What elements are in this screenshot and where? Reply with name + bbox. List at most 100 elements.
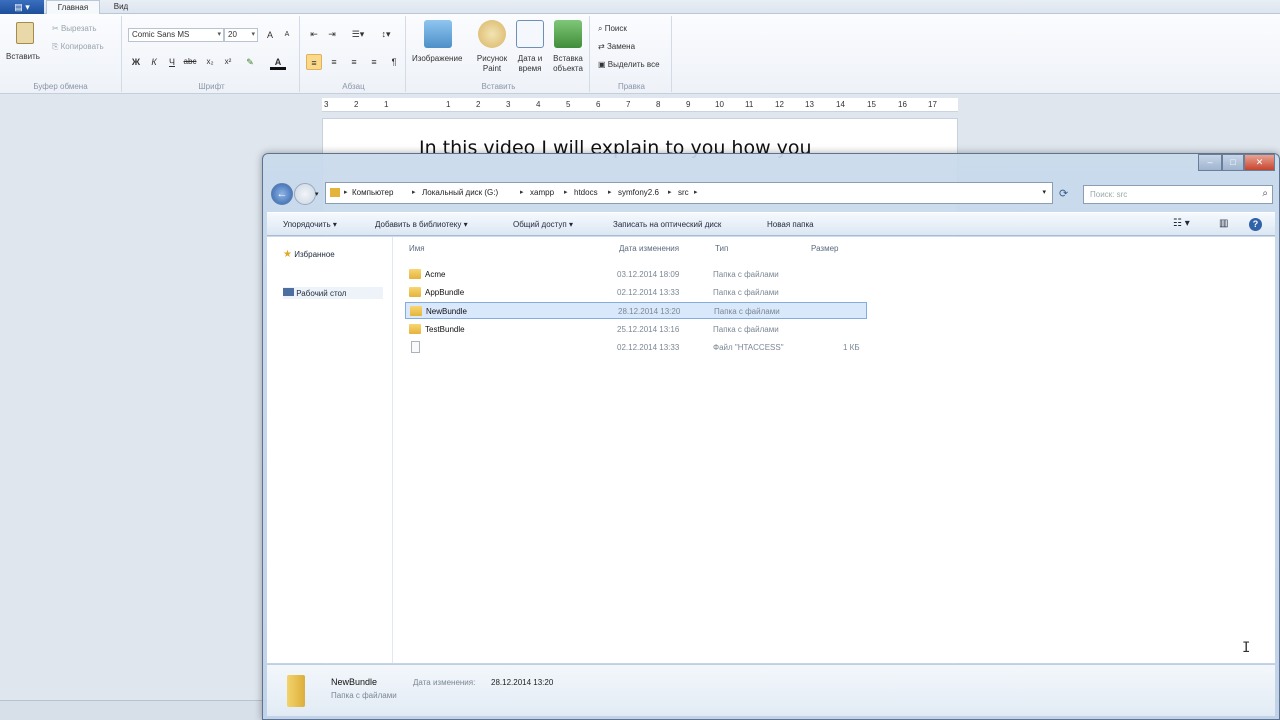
command-bar: Упорядочить ▾ Добавить в библиотеку ▾ Об… bbox=[267, 212, 1275, 236]
folder-icon bbox=[410, 306, 422, 316]
details-modified-label: Дата изменения: bbox=[413, 678, 476, 687]
file-icon bbox=[411, 341, 420, 353]
italic-button[interactable]: К bbox=[146, 54, 162, 70]
image-icon bbox=[424, 20, 452, 48]
superscript-button[interactable]: x² bbox=[220, 54, 236, 70]
file-row-selected[interactable]: NewBundle 28.12.2014 13:20 Папка с файла… bbox=[405, 302, 867, 319]
shrink-font-button[interactable]: A bbox=[279, 27, 295, 43]
object-icon bbox=[554, 20, 582, 48]
font-group: Comic Sans MS ▾ 20 ▾ A A Ж К Ч abc x₂ x² ✎… bbox=[124, 16, 300, 92]
details-type: Папка с файлами bbox=[331, 691, 397, 700]
select-all-button[interactable]: ▣ Выделить все bbox=[598, 60, 660, 69]
bold-button[interactable]: Ж bbox=[128, 54, 144, 70]
increase-indent-icon[interactable]: ⇥ bbox=[324, 26, 340, 42]
recent-pages-icon[interactable]: ▾ bbox=[315, 190, 319, 198]
search-input[interactable]: Поиск: src ⌕ bbox=[1083, 185, 1273, 204]
column-name[interactable]: Имя bbox=[409, 244, 425, 253]
justify-icon[interactable]: ≡ bbox=[366, 54, 382, 70]
nav-desktop[interactable]: Рабочий стол bbox=[283, 287, 383, 299]
burn-disc-button[interactable]: Записать на оптический диск bbox=[613, 220, 721, 229]
forward-button[interactable] bbox=[294, 183, 316, 205]
paragraph-settings-icon[interactable]: ¶ bbox=[386, 54, 402, 70]
strikethrough-button[interactable]: abc bbox=[182, 54, 198, 70]
binoculars-icon: ⌕ bbox=[598, 24, 603, 33]
help-icon[interactable]: ? bbox=[1249, 218, 1262, 231]
ruler[interactable]: 3 2 1 1 2 3 4 5 6 7 8 9 10 11 12 13 14 1… bbox=[322, 98, 958, 112]
close-button[interactable]: ✕ bbox=[1244, 154, 1275, 171]
breadcrumb-symfony[interactable]: symfony2.6 bbox=[618, 188, 659, 197]
breadcrumb-src[interactable]: src bbox=[678, 188, 689, 197]
refresh-icon[interactable]: ⟳ bbox=[1059, 187, 1068, 200]
address-bar[interactable]: ▸ Компьютер ▸ Локальный диск (G:) ▸ xamp… bbox=[325, 182, 1053, 204]
clipboard-group: Вставить ✂ Вырезать ⎘ Копировать Буфер о… bbox=[0, 16, 122, 92]
details-name: NewBundle bbox=[331, 677, 378, 687]
font-family-select[interactable]: Comic Sans MS ▾ bbox=[128, 28, 224, 42]
insert-paint-button[interactable]: Рисунок Paint bbox=[474, 20, 510, 76]
copy-button[interactable]: ⎘ Копировать bbox=[52, 42, 104, 52]
file-row[interactable]: 02.12.2014 13:33 Файл "HTACCESS" 1 КБ bbox=[405, 339, 867, 356]
share-button[interactable]: Общий доступ ▾ bbox=[513, 220, 573, 229]
view-options-icon[interactable]: ☷ ▾ bbox=[1173, 218, 1190, 229]
column-type[interactable]: Тип bbox=[715, 244, 728, 253]
grow-font-button[interactable]: A bbox=[262, 27, 278, 43]
ribbon-tab-bar: ▤ ▾ Главная Вид bbox=[0, 0, 1280, 15]
folder-icon bbox=[409, 324, 421, 334]
paste-button[interactable]: Вставить bbox=[6, 20, 44, 72]
find-button[interactable]: ⌕ Поиск bbox=[598, 24, 627, 34]
file-row[interactable]: TestBundle 25.12.2014 13:16 Папка с файл… bbox=[405, 321, 867, 338]
search-icon: ⌕ bbox=[1262, 188, 1268, 199]
folder-icon bbox=[409, 269, 421, 279]
editing-group: ⌕ Поиск ⇄ Замена ▣ Выделить все Правка bbox=[592, 16, 672, 92]
font-size-select[interactable]: 20 ▾ bbox=[224, 28, 258, 42]
new-folder-button[interactable]: Новая папка bbox=[767, 220, 814, 229]
organize-button[interactable]: Упорядочить ▾ bbox=[283, 220, 337, 229]
line-spacing-icon[interactable]: ↕▾ bbox=[374, 26, 398, 42]
maximize-button[interactable]: □ bbox=[1222, 154, 1244, 171]
replace-button[interactable]: ⇄ Замена bbox=[598, 42, 635, 51]
address-dropdown-icon[interactable]: ▾ bbox=[1042, 188, 1046, 196]
column-size[interactable]: Размер bbox=[811, 244, 839, 253]
text-cursor-icon: I bbox=[1242, 640, 1251, 656]
tab-view[interactable]: Вид bbox=[104, 0, 138, 14]
folder-icon bbox=[409, 287, 421, 297]
font-color-icon[interactable]: A bbox=[270, 54, 286, 70]
nav-favorites[interactable]: ★ Избранное bbox=[283, 249, 335, 260]
details-pane: NewBundle Папка с файлами Дата изменения… bbox=[267, 664, 1275, 716]
cut-button[interactable]: ✂ Вырезать bbox=[52, 24, 97, 33]
insert-group: Изображение Рисунок Paint Дата и время В… bbox=[408, 16, 590, 92]
file-row[interactable]: AppBundle 02.12.2014 13:33 Папка с файла… bbox=[405, 284, 867, 301]
explorer-window[interactable]: – □ ✕ ← ▾ ▸ Компьютер ▸ Локальный диск (… bbox=[262, 153, 1280, 720]
file-area[interactable]: ★ Избранное Рабочий стол Имя Дата измене… bbox=[267, 237, 1275, 663]
underline-button[interactable]: Ч bbox=[164, 54, 180, 70]
align-center-icon[interactable]: ≡ bbox=[326, 54, 342, 70]
highlight-icon[interactable]: ✎ bbox=[242, 54, 258, 70]
calendar-clock-icon bbox=[516, 20, 544, 48]
minimize-button[interactable]: – bbox=[1198, 154, 1222, 171]
file-menu-button[interactable]: ▤ ▾ bbox=[0, 0, 44, 14]
breadcrumb-computer[interactable]: Компьютер bbox=[352, 188, 393, 197]
align-right-icon[interactable]: ≡ bbox=[346, 54, 362, 70]
breadcrumb-htdocs[interactable]: htdocs bbox=[574, 188, 598, 197]
column-date[interactable]: Дата изменения bbox=[619, 244, 679, 253]
subscript-button[interactable]: x₂ bbox=[202, 54, 218, 70]
replace-icon: ⇄ bbox=[598, 42, 605, 51]
paint-icon bbox=[478, 20, 506, 48]
back-button[interactable]: ← bbox=[271, 183, 293, 205]
navigation-pane: ★ Избранное Рабочий стол bbox=[267, 237, 393, 663]
folder-icon bbox=[330, 188, 340, 197]
paragraph-group: ⇤ ⇥ ☰▾ ↕▾ ≡ ≡ ≡ ≡ ¶ Абзац bbox=[302, 16, 406, 92]
preview-pane-icon[interactable]: ▥ bbox=[1219, 218, 1228, 229]
insert-object-button[interactable]: Вставка объекта bbox=[548, 20, 588, 76]
file-row[interactable]: Acme 03.12.2014 18:09 Папка с файлами bbox=[405, 266, 867, 283]
insert-image-button[interactable]: Изображение bbox=[410, 20, 466, 76]
bullets-icon[interactable]: ☰▾ bbox=[346, 26, 370, 42]
tab-home[interactable]: Главная bbox=[46, 0, 100, 15]
add-to-library-button[interactable]: Добавить в библиотеку ▾ bbox=[375, 220, 468, 229]
breadcrumb-drive[interactable]: Локальный диск (G:) bbox=[422, 188, 498, 197]
align-left-icon[interactable]: ≡ bbox=[306, 54, 322, 70]
decrease-indent-icon[interactable]: ⇤ bbox=[306, 26, 322, 42]
breadcrumb-xampp[interactable]: xampp bbox=[530, 188, 554, 197]
details-modified: 28.12.2014 13:20 bbox=[491, 678, 554, 687]
desktop-icon bbox=[283, 288, 294, 296]
insert-datetime-button[interactable]: Дата и время bbox=[512, 20, 548, 76]
